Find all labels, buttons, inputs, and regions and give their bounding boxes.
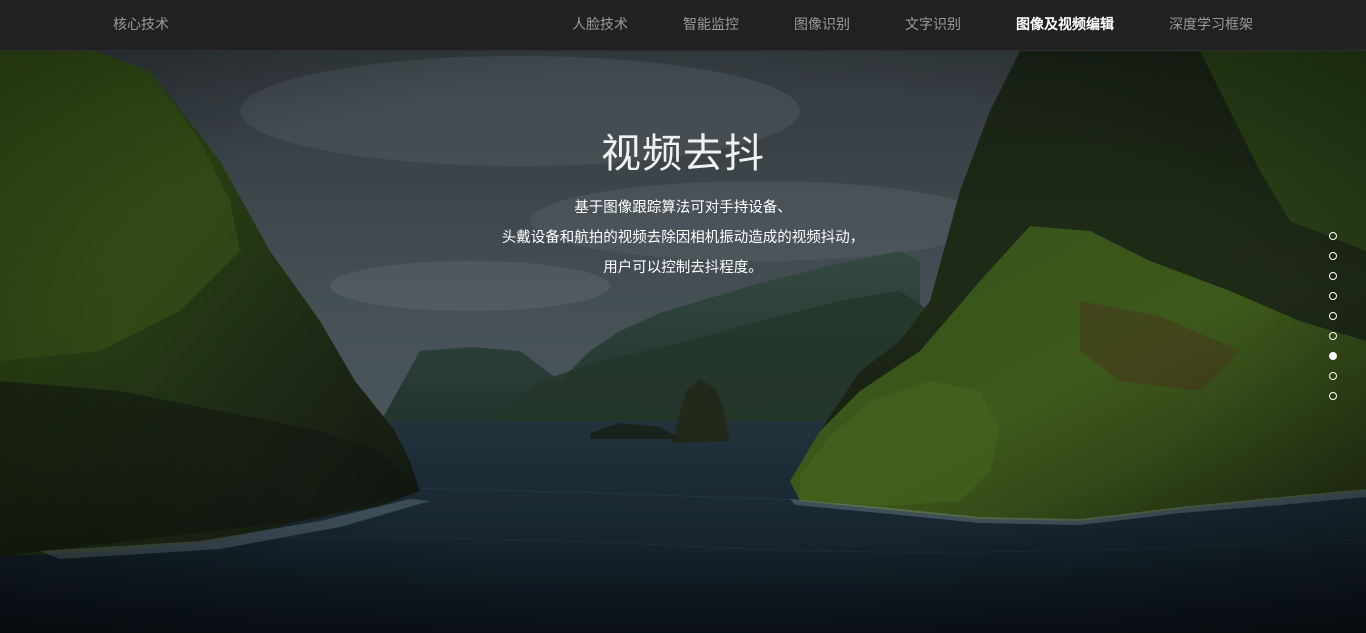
nav-item-deep-learning-framework[interactable]: 深度学习框架	[1169, 0, 1269, 50]
pagination-dot[interactable]	[1329, 312, 1337, 320]
brand-link[interactable]: 核心技术	[113, 0, 169, 50]
pagination-dot[interactable]	[1329, 372, 1337, 380]
nav-item-image-recognition[interactable]: 图像识别	[794, 0, 905, 50]
pagination-dot[interactable]	[1329, 272, 1337, 280]
nav-item-text-recognition[interactable]: 文字识别	[905, 0, 1016, 50]
hero-description: 基于图像跟踪算法可对手持设备、 头戴设备和航拍的视频去除因相机振动造成的视频抖动…	[0, 193, 1366, 283]
pagination-dot[interactable]	[1329, 332, 1337, 340]
nav-item-image-video-editing[interactable]: 图像及视频编辑	[1016, 0, 1169, 50]
main-nav: 人脸技术 智能监控 图像识别 文字识别 图像及视频编辑 深度学习框架	[572, 0, 1269, 50]
page: 核心技术 人脸技术 智能监控 图像识别 文字识别 图像及视频编辑 深度学习框架	[0, 0, 1366, 633]
hero-description-line: 头戴设备和航拍的视频去除因相机振动造成的视频抖动，	[501, 230, 865, 246]
pagination-dot[interactable]	[1329, 252, 1337, 260]
hero-section: 视频去抖 基于图像跟踪算法可对手持设备、 头戴设备和航拍的视频去除因相机振动造成…	[0, 51, 1366, 633]
hero-description-line: 基于图像跟踪算法可对手持设备、	[574, 200, 792, 216]
nav-item-face-tech[interactable]: 人脸技术	[572, 0, 683, 50]
nav-item-smart-monitoring[interactable]: 智能监控	[683, 0, 794, 50]
hero-description-line: 用户可以控制去抖程度。	[603, 260, 763, 276]
hero-title: 视频去抖	[601, 131, 765, 177]
top-navigation-bar: 核心技术 人脸技术 智能监控 图像识别 文字识别 图像及视频编辑 深度学习框架	[0, 0, 1366, 51]
pagination-dot[interactable]	[1329, 232, 1337, 240]
pagination-dot[interactable]	[1329, 292, 1337, 300]
pagination-dot[interactable]	[1329, 392, 1337, 400]
pagination-dot-active[interactable]	[1329, 352, 1337, 360]
slide-pagination	[1329, 232, 1339, 400]
